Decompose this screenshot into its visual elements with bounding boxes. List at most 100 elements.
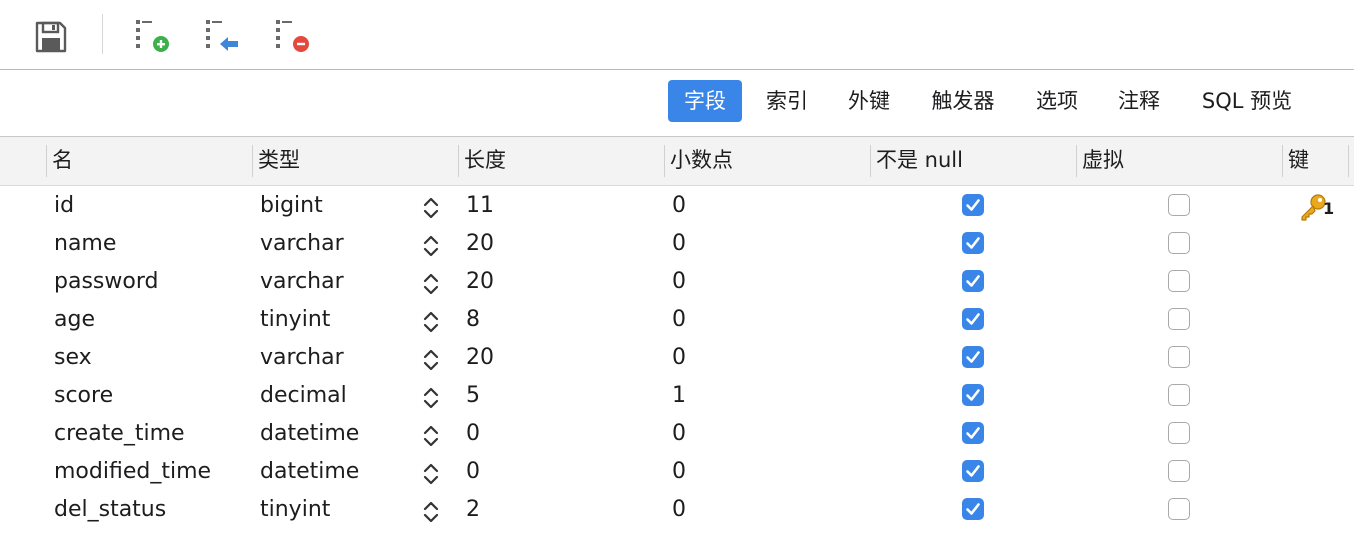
field-decimals-cell[interactable]: 0 [672, 453, 686, 491]
virtual-checkbox[interactable] [1168, 498, 1190, 520]
not-null-checkbox[interactable] [962, 498, 984, 520]
field-length-cell[interactable]: 11 [466, 187, 494, 225]
tab-fields[interactable]: 字段 [668, 80, 742, 122]
virtual-checkbox[interactable] [1168, 270, 1190, 292]
field-decimals-cell[interactable]: 0 [672, 187, 686, 225]
table-row[interactable]: age tinyint 8 0 [0, 301, 1354, 339]
field-length-cell[interactable]: 0 [466, 415, 480, 453]
table-row[interactable]: modified_time datetime 0 0 [0, 453, 1354, 491]
type-stepper-icon[interactable] [422, 461, 440, 487]
field-type-cell[interactable]: varchar [260, 339, 344, 377]
table-row[interactable]: score decimal 5 1 [0, 377, 1354, 415]
field-length-cell[interactable]: 20 [466, 339, 494, 377]
type-stepper-icon[interactable] [422, 195, 440, 221]
not-null-checkbox[interactable] [962, 384, 984, 406]
field-name-cell[interactable]: id [54, 187, 74, 225]
field-decimals-cell[interactable]: 1 [672, 377, 686, 415]
not-null-checkbox[interactable] [962, 422, 984, 444]
toolbar [0, 0, 1354, 70]
field-type-cell[interactable]: tinyint [260, 301, 330, 339]
add-field-button[interactable] [130, 14, 176, 60]
tab-sql-preview[interactable]: SQL 预览 [1186, 80, 1308, 122]
field-decimals-cell[interactable]: 0 [672, 225, 686, 263]
table-row[interactable]: sex varchar 20 0 [0, 339, 1354, 377]
field-decimals-cell[interactable]: 0 [672, 339, 686, 377]
type-stepper-icon[interactable] [422, 309, 440, 335]
virtual-checkbox[interactable] [1168, 232, 1190, 254]
field-name-cell[interactable]: age [54, 301, 95, 339]
table-row[interactable]: id bigint 11 0 1 [0, 187, 1354, 225]
not-null-checkbox[interactable] [962, 346, 984, 368]
column-header-not-null[interactable]: 不是 null [870, 137, 1076, 185]
field-name-cell[interactable]: sex [54, 339, 92, 377]
column-header-type[interactable]: 类型 [252, 137, 458, 185]
field-decimals-cell[interactable]: 0 [672, 263, 686, 301]
floppy-disk-icon [35, 21, 67, 53]
virtual-checkbox[interactable] [1168, 346, 1190, 368]
field-type-cell[interactable]: datetime [260, 453, 359, 491]
not-null-checkbox[interactable] [962, 308, 984, 330]
field-delete-icon [276, 20, 309, 52]
type-stepper-icon[interactable] [422, 423, 440, 449]
field-name-cell[interactable]: name [54, 225, 116, 263]
field-name-cell[interactable]: create_time [54, 415, 185, 453]
checkmark-icon [966, 427, 980, 439]
type-stepper-icon[interactable] [422, 271, 440, 297]
delete-field-button[interactable] [270, 14, 316, 60]
field-length-cell[interactable]: 2 [466, 491, 480, 529]
field-type-cell[interactable]: bigint [260, 187, 323, 225]
field-type-cell[interactable]: varchar [260, 225, 344, 263]
column-header-name[interactable]: 名 [46, 137, 252, 185]
table-row[interactable]: name varchar 20 0 [0, 225, 1354, 263]
virtual-checkbox[interactable] [1168, 460, 1190, 482]
type-stepper-icon[interactable] [422, 385, 440, 411]
table-row[interactable]: del_status tinyint 2 0 [0, 491, 1354, 529]
field-decimals-cell[interactable]: 0 [672, 491, 686, 529]
type-stepper-icon[interactable] [422, 233, 440, 259]
table-row[interactable]: password varchar 20 0 [0, 263, 1354, 301]
field-length-cell[interactable]: 20 [466, 263, 494, 301]
toolbar-separator [102, 14, 103, 54]
checkmark-icon [966, 237, 980, 249]
tab-options[interactable]: 选项 [1022, 80, 1092, 122]
not-null-checkbox[interactable] [962, 270, 984, 292]
column-header-key[interactable]: 键 [1282, 137, 1348, 185]
field-length-cell[interactable]: 5 [466, 377, 480, 415]
field-name-cell[interactable]: modified_time [54, 453, 211, 491]
tab-comments[interactable]: 注释 [1103, 80, 1175, 122]
tab-bar: 字段 索引 外键 触发器 选项 注释 SQL 预览 [0, 70, 1354, 137]
insert-field-button[interactable] [200, 14, 246, 60]
virtual-checkbox[interactable] [1168, 422, 1190, 444]
tab-foreign-keys[interactable]: 外键 [833, 80, 905, 122]
column-header-virtual[interactable]: 虚拟 [1076, 137, 1282, 185]
field-type-cell[interactable]: decimal [260, 377, 347, 415]
type-stepper-icon[interactable] [422, 347, 440, 373]
column-divider [1348, 145, 1349, 177]
virtual-checkbox[interactable] [1168, 384, 1190, 406]
not-null-checkbox[interactable] [962, 194, 984, 216]
field-decimals-cell[interactable]: 0 [672, 301, 686, 339]
field-length-cell[interactable]: 20 [466, 225, 494, 263]
field-type-cell[interactable]: tinyint [260, 491, 330, 529]
column-header-length[interactable]: 长度 [458, 137, 664, 185]
virtual-checkbox[interactable] [1168, 194, 1190, 216]
type-stepper-icon[interactable] [422, 499, 440, 525]
field-length-cell[interactable]: 0 [466, 453, 480, 491]
field-type-cell[interactable]: datetime [260, 415, 359, 453]
field-decimals-cell[interactable]: 0 [672, 415, 686, 453]
save-button[interactable] [28, 14, 74, 60]
column-header-decimals[interactable]: 小数点 [664, 137, 870, 185]
field-type-cell[interactable]: varchar [260, 263, 344, 301]
not-null-checkbox[interactable] [962, 232, 984, 254]
tab-triggers[interactable]: 触发器 [916, 80, 1010, 122]
field-name-cell[interactable]: password [54, 263, 158, 301]
tab-indexes[interactable]: 索引 [752, 80, 822, 122]
checkmark-icon [966, 313, 980, 325]
field-name-cell[interactable]: score [54, 377, 113, 415]
not-null-checkbox[interactable] [962, 460, 984, 482]
field-length-cell[interactable]: 8 [466, 301, 480, 339]
virtual-checkbox[interactable] [1168, 308, 1190, 330]
table-row[interactable]: create_time datetime 0 0 [0, 415, 1354, 453]
field-name-cell[interactable]: del_status [54, 491, 166, 529]
checkmark-icon [966, 389, 980, 401]
